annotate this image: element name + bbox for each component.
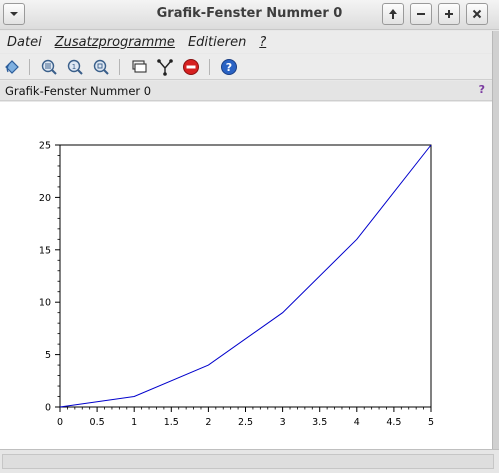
status-bar (0, 449, 499, 473)
raise-window-button[interactable] (382, 3, 404, 25)
y-tick-label: 5 (45, 350, 51, 361)
x-tick-label: 2 (205, 417, 211, 428)
rotate-button[interactable] (2, 57, 22, 77)
menu-zusatzprogramme[interactable]: Zusatzprogramme (55, 35, 175, 50)
svg-text:1: 1 (72, 63, 76, 71)
menu-editieren[interactable]: Editieren (188, 35, 246, 50)
menu-datei[interactable]: Datei (7, 35, 42, 50)
y-tick-label: 15 (39, 245, 51, 256)
y-tick-label: 0 (45, 403, 51, 414)
zoom-grid-button[interactable] (39, 57, 59, 77)
help-button[interactable]: ? (219, 57, 239, 77)
stop-icon (183, 59, 199, 75)
title-bar: Grafik-Fenster Nummer 0 (0, 0, 499, 30)
series-line-0 (59, 144, 432, 408)
maximize-icon (445, 10, 453, 18)
close-icon (472, 9, 482, 19)
plot-canvas[interactable]: 0 0.5 1 1.5 2 2.5 3 3.5 4 4.5 5 0 5 10 15 20 25 (0, 102, 492, 449)
zoom-in-button[interactable]: 1 (65, 57, 85, 77)
x-tick-label: 2.5 (238, 417, 253, 428)
status-field (2, 454, 494, 469)
arrow-up-icon (389, 9, 397, 19)
subheader-help-button[interactable]: ? (479, 83, 485, 96)
right-scroll-edge (492, 31, 499, 449)
line-chart: 0 0.5 1 1.5 2 2.5 3 3.5 4 4.5 5 0 5 10 15 20 25 (39, 141, 434, 429)
x-tick-label: 1.5 (164, 417, 179, 428)
x-tick-label: 5 (428, 417, 434, 428)
x-tick-label: 3.5 (312, 417, 327, 428)
help-icon: ? (221, 59, 237, 75)
close-button[interactable] (466, 3, 488, 25)
edit-axes-icon (157, 59, 173, 76)
menu-bar: Datei Zusatzprogramme Editieren ? (0, 31, 492, 53)
datatip-button[interactable] (129, 57, 149, 77)
maximize-button[interactable] (438, 3, 460, 25)
zoom-out-button[interactable] (91, 57, 111, 77)
y-tick-label: 10 (39, 298, 51, 309)
stop-button[interactable] (181, 57, 201, 77)
minimize-icon (417, 13, 425, 15)
zoom-out-icon (93, 59, 109, 75)
menu-help[interactable]: ? (259, 35, 266, 50)
graphic-title: Grafik-Fenster Nummer 0 (5, 84, 152, 98)
zoom-in-icon: 1 (67, 59, 83, 75)
y-tick-label: 20 (39, 193, 51, 204)
svg-text:?: ? (226, 61, 232, 74)
y-tick-label: 25 (39, 141, 51, 152)
x-tick-label: 3 (280, 417, 286, 428)
x-tick-label: 0.5 (90, 417, 105, 428)
x-tick-label: 4 (354, 417, 360, 428)
rotate-icon (5, 60, 19, 74)
datatip-icon (132, 60, 147, 73)
x-tick-label: 4.5 (386, 417, 401, 428)
edit-axes-button[interactable] (155, 57, 175, 77)
toolbar: 1 ? (0, 54, 492, 80)
zoom-grid-icon (41, 59, 57, 75)
plot-frame (59, 144, 432, 408)
x-tick-label: 1 (131, 417, 137, 428)
graphic-subheader: Grafik-Fenster Nummer 0 ? (0, 81, 492, 101)
minimize-button[interactable] (410, 3, 432, 25)
x-tick-label: 0 (57, 417, 63, 428)
